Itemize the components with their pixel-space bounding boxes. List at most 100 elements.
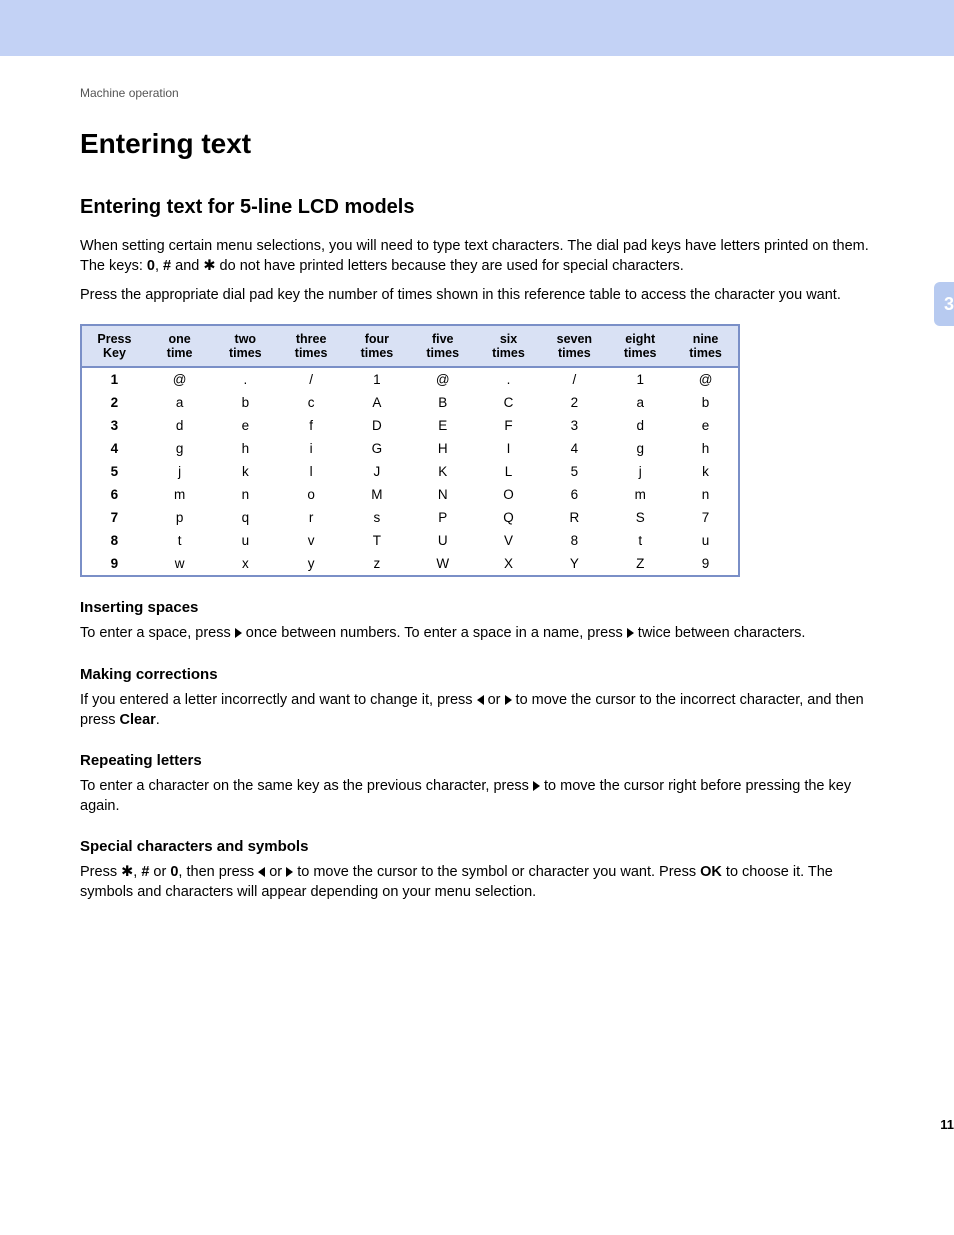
table-cell: J xyxy=(344,460,410,483)
table-cell: k xyxy=(212,460,278,483)
key-star: ✱ xyxy=(203,258,215,274)
table-cell: y xyxy=(278,552,344,576)
page-title: Entering text xyxy=(80,128,874,160)
table-cell: W xyxy=(410,552,476,576)
table-cell: e xyxy=(212,414,278,437)
table-cell: r xyxy=(278,506,344,529)
table-cell: 6 xyxy=(541,483,607,506)
table-cell: v xyxy=(278,529,344,552)
table-cell: 6 xyxy=(81,483,147,506)
table-cell: C xyxy=(476,391,542,414)
table-cell: A xyxy=(344,391,410,414)
table-cell: 2 xyxy=(541,391,607,414)
table-cell: 8 xyxy=(541,529,607,552)
table-cell: a xyxy=(147,391,213,414)
table-cell: 8 xyxy=(81,529,147,552)
table-body: 1@./1@./1@2abcABC2ab3defDEF3de4ghiGHI4gh… xyxy=(81,367,739,576)
column-header: fourtimes xyxy=(344,325,410,368)
table-cell: L xyxy=(476,460,542,483)
key-hash: # xyxy=(163,258,171,274)
column-header: seventimes xyxy=(541,325,607,368)
text: To enter a space, press xyxy=(80,625,235,641)
table-cell: 3 xyxy=(81,414,147,437)
table-cell: / xyxy=(541,367,607,391)
table-cell: m xyxy=(147,483,213,506)
subheading-spaces: Inserting spaces xyxy=(80,599,874,616)
table-cell: t xyxy=(607,529,673,552)
table-cell: 1 xyxy=(81,367,147,391)
table-cell: l xyxy=(278,460,344,483)
table-row: 2abcABC2ab xyxy=(81,391,739,414)
table-cell: 7 xyxy=(81,506,147,529)
table-cell: b xyxy=(212,391,278,414)
table-cell: k xyxy=(673,460,739,483)
intro-paragraph-2: Press the appropriate dial pad key the n… xyxy=(80,286,874,306)
right-arrow-icon xyxy=(505,695,512,705)
table-cell: @ xyxy=(147,367,213,391)
table-cell: B xyxy=(410,391,476,414)
table-cell: i xyxy=(278,437,344,460)
table-cell: s xyxy=(344,506,410,529)
repeating-text: To enter a character on the same key as … xyxy=(80,777,874,816)
table-row: 3defDEF3de xyxy=(81,414,739,437)
table-cell: E xyxy=(410,414,476,437)
table-cell: g xyxy=(147,437,213,460)
table-cell: D xyxy=(344,414,410,437)
key-0: 0 xyxy=(147,258,155,274)
table-cell: 5 xyxy=(541,460,607,483)
table-cell: S xyxy=(607,506,673,529)
table-cell: u xyxy=(673,529,739,552)
table-cell: q xyxy=(212,506,278,529)
table-cell: h xyxy=(212,437,278,460)
table-header: PressKeyonetimetwotimesthreetimesfourtim… xyxy=(81,325,739,368)
table-cell: G xyxy=(344,437,410,460)
table-cell: n xyxy=(212,483,278,506)
table-cell: R xyxy=(541,506,607,529)
table-cell: p xyxy=(147,506,213,529)
table-cell: X xyxy=(476,552,542,576)
corrections-text: If you entered a letter incorrectly and … xyxy=(80,691,874,730)
table-cell: 2 xyxy=(81,391,147,414)
section-title: Entering text for 5-line LCD models xyxy=(80,196,874,219)
text: or xyxy=(149,864,170,880)
column-header: onetime xyxy=(147,325,213,368)
table-cell: M xyxy=(344,483,410,506)
text: . xyxy=(156,712,160,728)
table-cell: m xyxy=(607,483,673,506)
table-cell: e xyxy=(673,414,739,437)
table-cell: P xyxy=(410,506,476,529)
text: or xyxy=(484,692,505,708)
right-arrow-icon xyxy=(533,781,540,791)
table-cell: N xyxy=(410,483,476,506)
chapter-side-tab: 3 xyxy=(934,282,954,326)
spaces-text: To enter a space, press once between num… xyxy=(80,624,874,644)
table-cell: d xyxy=(607,414,673,437)
intro-paragraph-1: When setting certain menu selections, yo… xyxy=(80,237,874,276)
right-arrow-icon xyxy=(235,628,242,638)
table-cell: O xyxy=(476,483,542,506)
table-cell: I xyxy=(476,437,542,460)
table-cell: 7 xyxy=(673,506,739,529)
table-cell: Z xyxy=(607,552,673,576)
table-cell: K xyxy=(410,460,476,483)
table-cell: a xyxy=(607,391,673,414)
table-cell: 1 xyxy=(607,367,673,391)
text: , xyxy=(155,258,163,274)
column-header: PressKey xyxy=(81,325,147,368)
text: once between numbers. To enter a space i… xyxy=(242,625,627,641)
table-cell: @ xyxy=(673,367,739,391)
table-row: 5jklJKL5jk xyxy=(81,460,739,483)
key-star: ✱ xyxy=(121,864,133,880)
table-cell: V xyxy=(476,529,542,552)
column-header: threetimes xyxy=(278,325,344,368)
table-cell: T xyxy=(344,529,410,552)
text: twice between characters. xyxy=(634,625,806,641)
table-cell: x xyxy=(212,552,278,576)
column-header: eighttimes xyxy=(607,325,673,368)
header-band xyxy=(0,0,954,56)
table-cell: b xyxy=(673,391,739,414)
table-cell: 1 xyxy=(344,367,410,391)
table-row: 7pqrsPQRS7 xyxy=(81,506,739,529)
special-text: Press ✱, # or 0, then press or to move t… xyxy=(80,863,874,902)
table-cell: h xyxy=(673,437,739,460)
